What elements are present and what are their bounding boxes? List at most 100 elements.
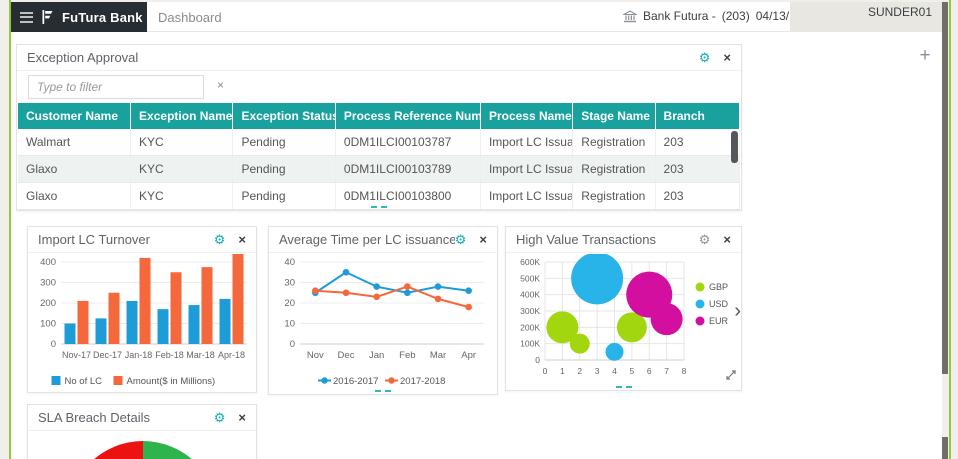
brand-flag-icon: [42, 10, 53, 24]
column-header[interactable]: Stage Name: [573, 103, 655, 129]
table-head: Customer NameException NameException Sta…: [18, 103, 740, 129]
window-frame-right: [949, 0, 951, 459]
legend-item[interactable]: 2016-2017: [318, 376, 378, 387]
bank-selector[interactable]: Bank Futura - (203) 04/13/18: [623, 9, 802, 23]
close-icon[interactable]: ×: [479, 233, 487, 246]
table-cell: Pending: [233, 156, 335, 183]
data-point[interactable]: [373, 283, 380, 290]
bar[interactable]: [109, 293, 120, 344]
data-point[interactable]: [404, 289, 411, 296]
bar[interactable]: [220, 299, 231, 344]
svg-text:Feb: Feb: [399, 350, 415, 361]
bar[interactable]: [78, 301, 89, 344]
svg-text:Feb-18: Feb-18: [155, 350, 184, 360]
page-scrollbar[interactable]: [942, 2, 948, 374]
bubble-chart: 0123456780100K200K300K400K500K600KGBPUSD…: [509, 254, 740, 388]
column-header[interactable]: Process Reference Number: [335, 103, 480, 129]
svg-text:2: 2: [577, 366, 582, 376]
svg-text:20: 20: [284, 298, 295, 309]
table-cell: Import LC Issuance: [480, 183, 572, 210]
svg-text:No of LC: No of LC: [65, 376, 103, 387]
bar[interactable]: [233, 254, 244, 344]
column-header[interactable]: Exception Name: [131, 103, 233, 129]
settings-gear-icon[interactable]: ⚙: [214, 411, 226, 424]
data-point[interactable]: [465, 304, 472, 311]
add-widget-button[interactable]: +: [914, 45, 936, 67]
svg-text:Apr-18: Apr-18: [218, 350, 245, 360]
bubble[interactable]: [651, 303, 683, 335]
data-point[interactable]: [373, 294, 380, 301]
bubble[interactable]: [570, 334, 590, 354]
carousel-next-icon[interactable]: ›: [734, 301, 741, 321]
bar[interactable]: [65, 324, 76, 345]
svg-text:Dec-17: Dec-17: [93, 350, 122, 360]
bar[interactable]: [140, 258, 151, 344]
widget-title: Average Time per LC issuance (Mins): [279, 232, 455, 247]
resize-handle[interactable]: [375, 390, 391, 392]
bar[interactable]: [158, 309, 169, 344]
svg-text:8: 8: [682, 366, 687, 376]
data-point[interactable]: [343, 289, 350, 296]
bar[interactable]: [189, 305, 200, 344]
svg-text:200K: 200K: [520, 322, 540, 332]
svg-text:6: 6: [647, 366, 652, 376]
table-body: WalmartKYCPending0DM1ILCI00103787Import …: [18, 129, 740, 210]
legend-item[interactable]: USD: [696, 299, 729, 309]
table-row[interactable]: GlaxoKYCPending0DM1ILCI00103789Import LC…: [18, 156, 740, 183]
resize-handle[interactable]: [616, 386, 632, 388]
svg-text:1: 1: [560, 366, 565, 376]
resize-handle[interactable]: [371, 206, 387, 208]
bank-name: Bank Futura -: [643, 9, 716, 23]
legend-item[interactable]: 2017-2018: [385, 376, 445, 387]
column-header[interactable]: Exception Status: [233, 103, 335, 129]
column-header[interactable]: Branch: [655, 103, 739, 129]
bubble[interactable]: [571, 254, 623, 304]
legend-item[interactable]: Amount($ in Millions): [114, 376, 216, 387]
svg-text:EUR: EUR: [709, 316, 729, 326]
svg-text:USD: USD: [709, 299, 729, 309]
bar[interactable]: [171, 272, 182, 344]
menu-icon[interactable]: [20, 9, 33, 25]
data-point[interactable]: [435, 296, 442, 303]
bar[interactable]: [127, 301, 138, 344]
filter-input[interactable]: [28, 75, 204, 99]
bar[interactable]: [202, 267, 213, 344]
brand-name: FuTura Bank: [62, 10, 143, 25]
column-header[interactable]: Customer Name: [18, 103, 131, 129]
bubble[interactable]: [617, 312, 647, 342]
table-cell: 203: [655, 129, 739, 156]
bar[interactable]: [96, 318, 107, 344]
svg-text:7: 7: [664, 366, 669, 376]
expand-icon[interactable]: [726, 367, 736, 385]
settings-gear-icon[interactable]: ⚙: [699, 233, 711, 246]
chart-svg: 0100200300400Nov-17Dec-17Jan-18Feb-18Mar…: [31, 254, 253, 390]
table-scrollbar[interactable]: [731, 131, 738, 163]
widget-exception-approval: Exception Approval ⚙ × × Customer NameEx…: [16, 44, 742, 211]
svg-text:100K: 100K: [520, 339, 540, 349]
username[interactable]: SUNDER01: [868, 5, 932, 19]
data-point[interactable]: [465, 287, 472, 294]
close-icon[interactable]: ×: [723, 233, 731, 246]
close-icon[interactable]: ×: [238, 411, 246, 424]
close-icon[interactable]: ×: [723, 51, 731, 64]
legend-item[interactable]: GBP: [696, 282, 729, 292]
svg-text:600K: 600K: [520, 257, 540, 267]
svg-text:2016-2017: 2016-2017: [333, 376, 378, 387]
settings-gear-icon[interactable]: ⚙: [214, 233, 226, 246]
data-point[interactable]: [312, 287, 319, 294]
table-cell: 0DM1ILCI00103789: [335, 156, 480, 183]
data-point[interactable]: [343, 269, 350, 276]
legend-item[interactable]: EUR: [696, 316, 729, 326]
legend-item[interactable]: No of LC: [52, 376, 103, 387]
settings-gear-icon[interactable]: ⚙: [699, 51, 711, 64]
column-header[interactable]: Process Name: [480, 103, 572, 129]
settings-gear-icon[interactable]: ⚙: [455, 233, 467, 246]
data-point[interactable]: [404, 283, 411, 290]
widget-title: Exception Approval: [27, 50, 699, 65]
page-scrollbar-button[interactable]: [942, 437, 948, 459]
table-row[interactable]: WalmartKYCPending0DM1ILCI00103787Import …: [18, 129, 740, 156]
bubble[interactable]: [606, 343, 624, 361]
data-point[interactable]: [435, 283, 442, 290]
close-icon[interactable]: ×: [238, 233, 246, 246]
clear-filter-icon[interactable]: ×: [217, 78, 224, 92]
